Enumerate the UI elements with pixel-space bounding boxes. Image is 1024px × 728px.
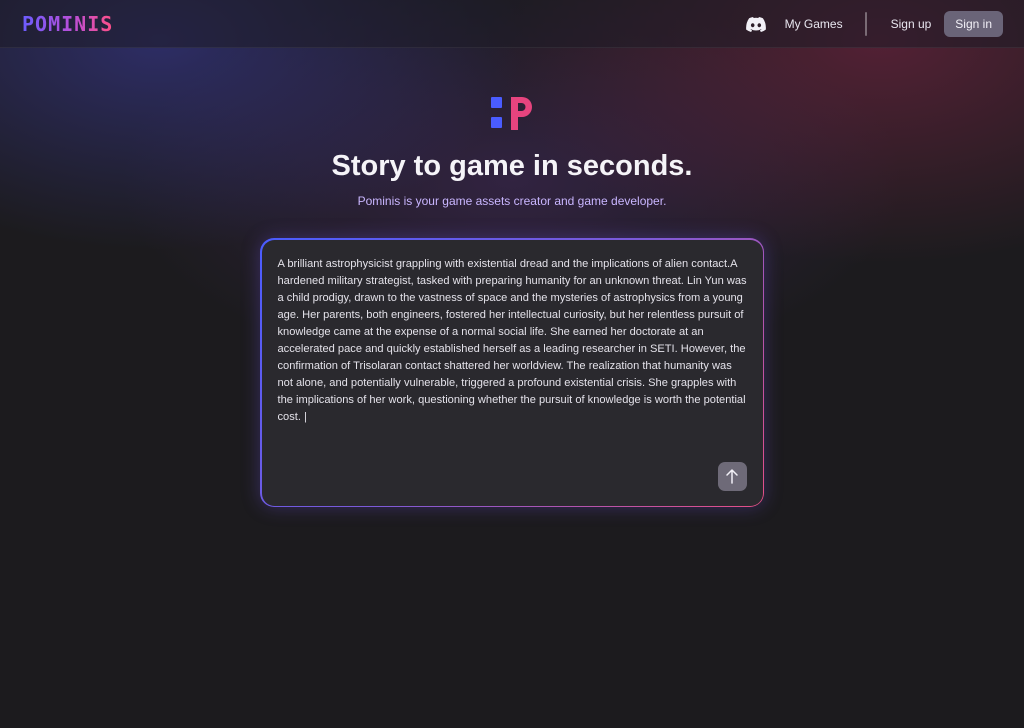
page-subtitle: Pominis is your game assets creator and … — [357, 194, 667, 208]
discord-icon[interactable] — [745, 15, 767, 33]
top-nav-bar: POMINIS My Games Sign up Sign in — [0, 0, 1024, 48]
nav-divider — [864, 12, 867, 36]
page-title: Story to game in seconds. — [331, 150, 693, 182]
nav-actions: My Games Sign up Sign in — [745, 11, 1003, 37]
my-games-link[interactable]: My Games — [785, 17, 843, 31]
submit-button[interactable] — [717, 461, 747, 491]
brand-logo[interactable]: POMINIS — [22, 12, 113, 36]
story-input-panel[interactable]: A brilliant astrophysicist grappling wit… — [261, 239, 763, 506]
story-text-value: A brilliant astrophysicist grappling wit… — [277, 257, 747, 423]
pominis-logo-icon — [491, 97, 533, 131]
story-textarea[interactable]: A brilliant astrophysicist grappling wit… — [278, 256, 750, 426]
story-input-container: A brilliant astrophysicist grappling wit… — [260, 238, 764, 507]
sign-up-link[interactable]: Sign up — [891, 17, 932, 31]
sign-in-button[interactable]: Sign in — [944, 11, 1003, 37]
arrow-up-icon — [726, 469, 738, 484]
text-caret: | — [304, 410, 307, 423]
